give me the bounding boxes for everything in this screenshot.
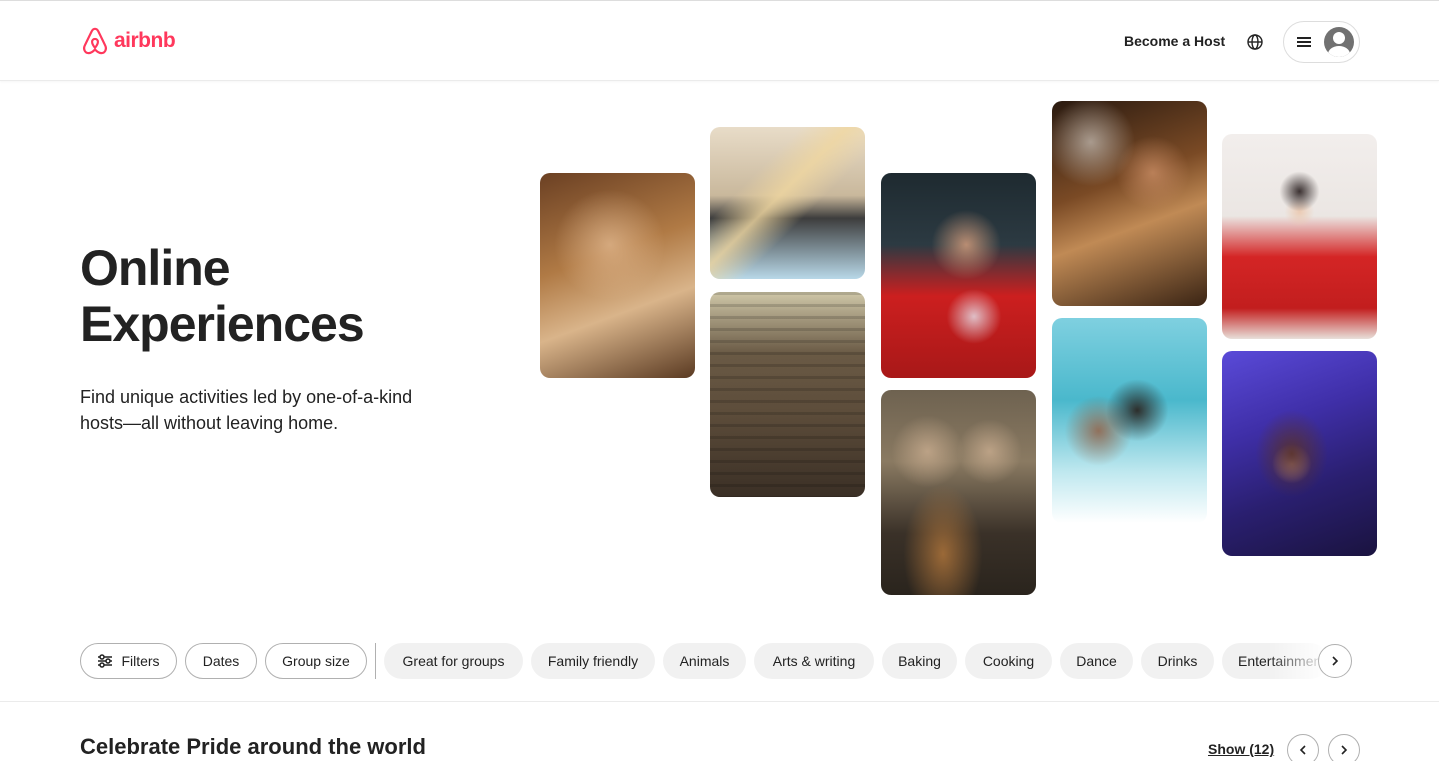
chevron-right-icon [1332, 656, 1339, 666]
airbnb-belo-icon [83, 27, 107, 55]
category-family-friendly[interactable]: Family friendly [531, 643, 655, 679]
section-next-button[interactable] [1328, 734, 1360, 761]
photo-magician-cards [881, 173, 1036, 378]
chevron-left-icon [1299, 745, 1306, 755]
hero-subtitle: Find unique activities led by one-of-a-k… [80, 387, 413, 433]
logo-text: airbnb [114, 29, 176, 52]
photo-swimmer [1052, 318, 1207, 523]
globe-icon [1247, 34, 1263, 50]
photo-family-baking [540, 173, 695, 378]
user-avatar-icon [1324, 27, 1354, 57]
category-animals[interactable]: Animals [663, 643, 746, 679]
category-great-for-groups[interactable]: Great for groups [384, 643, 523, 679]
photo-pasta-making [710, 127, 865, 279]
category-drinks[interactable]: Drinks [1141, 643, 1214, 679]
hamburger-menu-icon [1297, 37, 1311, 47]
section-title: Celebrate Pride around the world [80, 734, 426, 759]
filter-bar: Filters Dates Group size Great for group… [0, 643, 1439, 702]
sliders-icon [98, 654, 113, 668]
filters-label: Filters [121, 653, 160, 669]
chevron-right-icon [1341, 745, 1348, 755]
top-header: airbnb Become a Host [0, 0, 1439, 81]
category-dance[interactable]: Dance [1060, 643, 1133, 679]
group-size-button[interactable]: Group size [265, 643, 367, 679]
filters-button[interactable]: Filters [80, 643, 177, 679]
photo-guitar-lesson [881, 390, 1036, 595]
language-button[interactable] [1240, 27, 1270, 57]
photo-cocktail-bartender [1052, 101, 1207, 306]
filter-divider [375, 643, 376, 679]
category-arts-writing[interactable]: Arts & writing [754, 643, 874, 679]
photo-singer [1222, 351, 1377, 556]
dates-button[interactable]: Dates [185, 643, 257, 679]
show-all-link[interactable]: Show (12) [1208, 741, 1274, 757]
category-cooking[interactable]: Cooking [965, 643, 1052, 679]
airbnb-logo[interactable]: airbnb [80, 25, 176, 57]
category-baking[interactable]: Baking [882, 643, 957, 679]
title-line-1: Online [80, 240, 231, 296]
become-host-link[interactable]: Become a Host [1112, 27, 1237, 55]
photo-tea-ceremony [1222, 134, 1377, 339]
section-prev-button[interactable] [1287, 734, 1319, 761]
user-menu-button[interactable] [1283, 21, 1360, 63]
photo-meditation [710, 292, 865, 497]
page-title: Online Experiences [80, 240, 480, 352]
title-line-2: Experiences [80, 296, 365, 352]
categories-next-button[interactable] [1318, 644, 1352, 678]
